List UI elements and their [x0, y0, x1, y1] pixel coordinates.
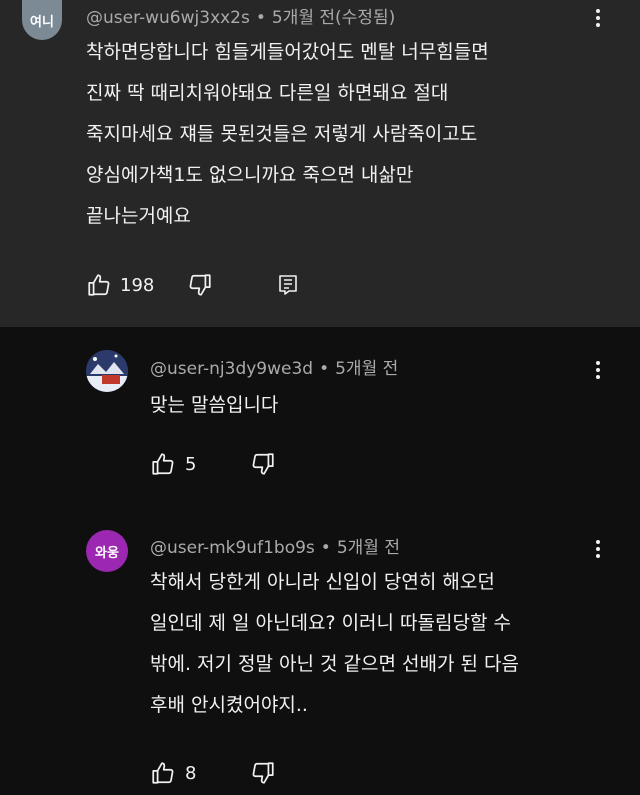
like-button[interactable]: [150, 760, 176, 786]
reply-icon: [279, 275, 297, 295]
comment-line: 일인데 제 일 아닌데요? 이러니 따돌림당할 수: [150, 612, 511, 634]
comment-meta: @user-nj3dy9we3d • 5개월 전: [150, 354, 398, 379]
comment-main: 여니 @user-wu6wj3xx2s • 5개월 전(수정됨) 착하면당합니다 힘…: [0, 0, 640, 327]
comment-line: 착하면당합니다 힘들게들어갔어도 멘탈 너무힘들면: [86, 41, 489, 63]
comment-line: 양심에가책1도 없으니까요 죽으면 내삶만: [86, 164, 414, 186]
dislike-button[interactable]: [187, 272, 213, 298]
avatar[interactable]: [86, 350, 128, 392]
comment-line: 착해서 당한게 아니라 신입이 당연히 해오던: [150, 571, 495, 593]
avatar-initials: 여니: [30, 14, 54, 30]
separator: •: [319, 359, 330, 379]
thumbs-up-icon: [152, 762, 174, 784]
dislike-button[interactable]: [250, 760, 276, 786]
thumbs-down-icon: [252, 453, 274, 475]
like-count: 5: [185, 454, 197, 475]
comment-meta: @user-mk9uf1bo9s • 5개월 전: [150, 533, 400, 558]
like-count: 198: [120, 275, 155, 296]
avatar-image: [86, 350, 128, 392]
comment-line: 후배 안시켰어야지..: [150, 694, 308, 716]
more-options-icon[interactable]: [586, 6, 610, 30]
like-count: 8: [185, 763, 197, 784]
comment-line: 밖에. 저기 정말 아닌 것 같으면 선배가 된 다음: [150, 653, 519, 675]
avatar[interactable]: 여니: [22, 0, 62, 40]
comment-text: 착해서 당한게 아니라 신입이 당연히 해오던 일인데 제 일 아닌데요? 이러…: [150, 562, 519, 726]
timestamp: 5개월 전: [335, 359, 399, 379]
thumbs-up-icon: [88, 274, 110, 296]
comment-line: 진짜 딱 때리치워야돼요 다른일 하면돼요 절대: [86, 82, 449, 104]
avatar-initials: 와웅: [95, 545, 119, 561]
separator: •: [320, 538, 331, 558]
avatar[interactable]: 와웅: [86, 530, 128, 572]
comment-text: 맞는 말씀입니다: [150, 385, 278, 426]
timestamp: 5개월 전(수정됨): [271, 8, 396, 28]
like-button[interactable]: [150, 451, 176, 477]
separator: •: [255, 8, 266, 28]
username[interactable]: @user-mk9uf1bo9s: [150, 538, 315, 558]
thumbs-down-icon: [252, 762, 274, 784]
comment-line: 끝나는거예요: [86, 205, 191, 227]
comment-meta: @user-wu6wj3xx2s • 5개월 전(수정됨): [86, 3, 395, 28]
thumbs-up-icon: [152, 453, 174, 475]
like-button[interactable]: [86, 272, 112, 298]
more-options-icon[interactable]: [586, 537, 610, 561]
thumbs-down-icon: [189, 274, 211, 296]
comment-line: 맞는 말씀입니다: [150, 394, 279, 416]
username[interactable]: @user-nj3dy9we3d: [150, 359, 313, 379]
timestamp: 5개월 전: [336, 538, 400, 558]
reply-button[interactable]: [276, 273, 300, 297]
comment-text: 착하면당합니다 힘들게들어갔어도 멘탈 너무힘들면 진짜 딱 때리치워야돼요 다…: [86, 32, 489, 237]
comment-line: 죽지마세요 쟤들 못된것들은 저렇게 사람죽이고도: [86, 123, 478, 145]
more-options-icon[interactable]: [586, 358, 610, 382]
dislike-button[interactable]: [250, 451, 276, 477]
username[interactable]: @user-wu6wj3xx2s: [86, 8, 250, 28]
